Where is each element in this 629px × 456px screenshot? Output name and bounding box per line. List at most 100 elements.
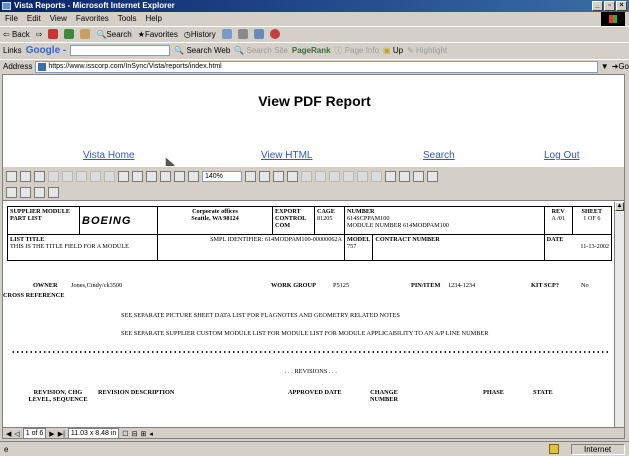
status-bar: e Internet <box>0 441 629 456</box>
col-revision: REVISION, CHG LEVEL, SEQUENCE <box>28 389 88 403</box>
single-page-icon[interactable]: ☐ <box>122 430 128 438</box>
forward-button[interactable]: ⇨ <box>36 30 43 39</box>
previous-page-icon[interactable] <box>118 170 129 182</box>
stamp-icon[interactable] <box>413 170 424 182</box>
google-logo[interactable]: Google - <box>26 45 67 56</box>
fit-page-icon[interactable] <box>273 170 284 182</box>
page-icon <box>38 62 47 71</box>
home-icon[interactable] <box>80 29 91 39</box>
back-view-icon[interactable] <box>160 170 171 182</box>
actual-size-icon[interactable] <box>259 170 270 182</box>
menu-favorites[interactable]: Favorites <box>76 12 109 25</box>
zoom-level-field[interactable]: 140% <box>202 170 242 182</box>
text-select-icon[interactable] <box>34 186 45 198</box>
search-pdf-icon[interactable] <box>315 170 326 182</box>
find-icon[interactable] <box>48 170 59 182</box>
continuous-icon[interactable]: ⊟ <box>132 430 138 438</box>
menu-file[interactable]: File <box>5 12 18 25</box>
address-input[interactable]: https://www.isscorp.com/InSync/Vista/rep… <box>35 60 598 73</box>
search-site-button[interactable]: 🔍 Search Site <box>234 46 288 55</box>
back-button[interactable]: ⇦ Back <box>3 30 30 39</box>
print-icon[interactable] <box>20 170 31 182</box>
number-label: NUMBER <box>347 208 375 215</box>
facing-icon[interactable]: ⊞ <box>140 430 146 438</box>
menu-edit[interactable]: Edit <box>27 12 41 25</box>
hand-tool-icon[interactable] <box>62 170 73 182</box>
number-value-2: MODULE NUMBER 614MODPAM100 <box>347 222 449 229</box>
stop-icon[interactable] <box>48 29 59 39</box>
view-html-link[interactable]: View HTML <box>261 150 313 161</box>
google-search-input[interactable] <box>70 45 171 56</box>
graphics-select-icon[interactable] <box>48 186 59 198</box>
history-button[interactable]: ◷History <box>184 30 216 39</box>
zoom-in-icon[interactable] <box>245 170 256 182</box>
page-number-field[interactable]: 1 of 6 <box>22 428 47 438</box>
close-button[interactable]: × <box>616 1 627 11</box>
menu-help[interactable]: Help <box>145 12 161 25</box>
log-out-link[interactable]: Log Out <box>544 150 580 161</box>
first-page-button[interactable]: ◀ <box>6 430 11 438</box>
rev-label: REV <box>551 208 565 215</box>
next-page-icon[interactable] <box>132 170 143 182</box>
snapshot-icon[interactable] <box>90 170 101 182</box>
dropdown-arrow-icon[interactable]: ▼ <box>601 62 609 71</box>
print-icon[interactable] <box>237 29 248 39</box>
smpl-cell: SMPL IDENTIFIER: 614MODPAM100-00000062A <box>157 234 345 261</box>
refresh-icon[interactable] <box>64 29 75 39</box>
select-text-icon[interactable] <box>76 170 87 182</box>
forward-view-icon[interactable] <box>174 170 185 182</box>
up-button[interactable]: ▣ Up <box>383 46 403 55</box>
pencil-icon[interactable] <box>385 170 396 182</box>
page-info-button[interactable]: ⓘ Page Info <box>335 45 379 56</box>
first-page-icon[interactable] <box>104 170 115 182</box>
edit-icon[interactable] <box>253 29 264 39</box>
last-page-button[interactable]: ▶| <box>58 430 65 438</box>
markup-icon[interactable] <box>371 170 382 182</box>
highlight-button[interactable]: ✎ Highlight <box>407 46 447 55</box>
menu-view[interactable]: View <box>50 12 67 25</box>
go-button[interactable]: ➜Go <box>612 62 629 71</box>
pdf-vertical-scrollbar[interactable]: ▲ <box>614 202 624 427</box>
last-page-icon[interactable] <box>146 170 157 182</box>
links-label[interactable]: Links <box>3 46 22 55</box>
next-page-button[interactable]: ▶ <box>49 430 54 438</box>
pagerank-indicator[interactable]: PageRank <box>292 46 331 55</box>
address-label: Address <box>3 62 33 71</box>
zoom-out-icon[interactable] <box>188 170 199 182</box>
search-button[interactable]: 🔍Search <box>96 30 131 39</box>
model-value: 757 <box>347 243 357 250</box>
menu-tools[interactable]: Tools <box>118 12 137 25</box>
mail-icon[interactable] <box>221 29 232 39</box>
search-link[interactable]: Search <box>423 150 455 161</box>
email-icon[interactable] <box>34 170 45 182</box>
favorites-button[interactable]: ★Favorites <box>138 30 178 39</box>
hand-icon[interactable] <box>6 186 17 198</box>
line-icon[interactable] <box>399 170 410 182</box>
scroll-up-icon[interactable]: ▲ <box>615 202 624 211</box>
comment-icon[interactable] <box>357 170 368 182</box>
review-icon[interactable] <box>343 170 354 182</box>
fit-width-icon[interactable] <box>287 170 298 182</box>
number-cell: NUMBER 614SCPPAM100 MODULE NUMBER 614MODPA… <box>344 206 545 235</box>
zoom-icon[interactable] <box>20 186 31 198</box>
scroll-left-icon[interactable]: ◂ <box>149 430 153 438</box>
attach-icon[interactable] <box>427 170 438 182</box>
cross-reference-label: CROSS REFERENCE <box>3 292 65 299</box>
messenger-icon[interactable] <box>269 29 280 39</box>
search-web-button[interactable]: 🔍 Search Web <box>174 46 230 55</box>
boeing-logo: BOEING <box>82 214 132 227</box>
web-content: View PDF Report Vista Home View HTML Sea… <box>2 74 625 439</box>
contract-cell: CONTRACT NUMBER <box>372 234 545 261</box>
vista-home-link[interactable]: Vista Home <box>83 150 135 161</box>
asterisk-divider <box>11 350 611 354</box>
minimize-button[interactable]: _ <box>592 1 603 11</box>
maximize-button[interactable]: ▫ <box>604 1 615 11</box>
prev-page-button[interactable]: ◁ <box>14 430 19 438</box>
date-label: DATE <box>546 236 564 243</box>
page-size-field: 11.03 x 8.48 in <box>67 428 120 438</box>
rotate-icon[interactable] <box>301 170 312 182</box>
go-label: Go <box>618 62 629 71</box>
save-icon[interactable] <box>6 170 17 182</box>
pinitem-value: 1234-1234 <box>448 282 476 289</box>
ebook-icon[interactable] <box>329 170 340 182</box>
